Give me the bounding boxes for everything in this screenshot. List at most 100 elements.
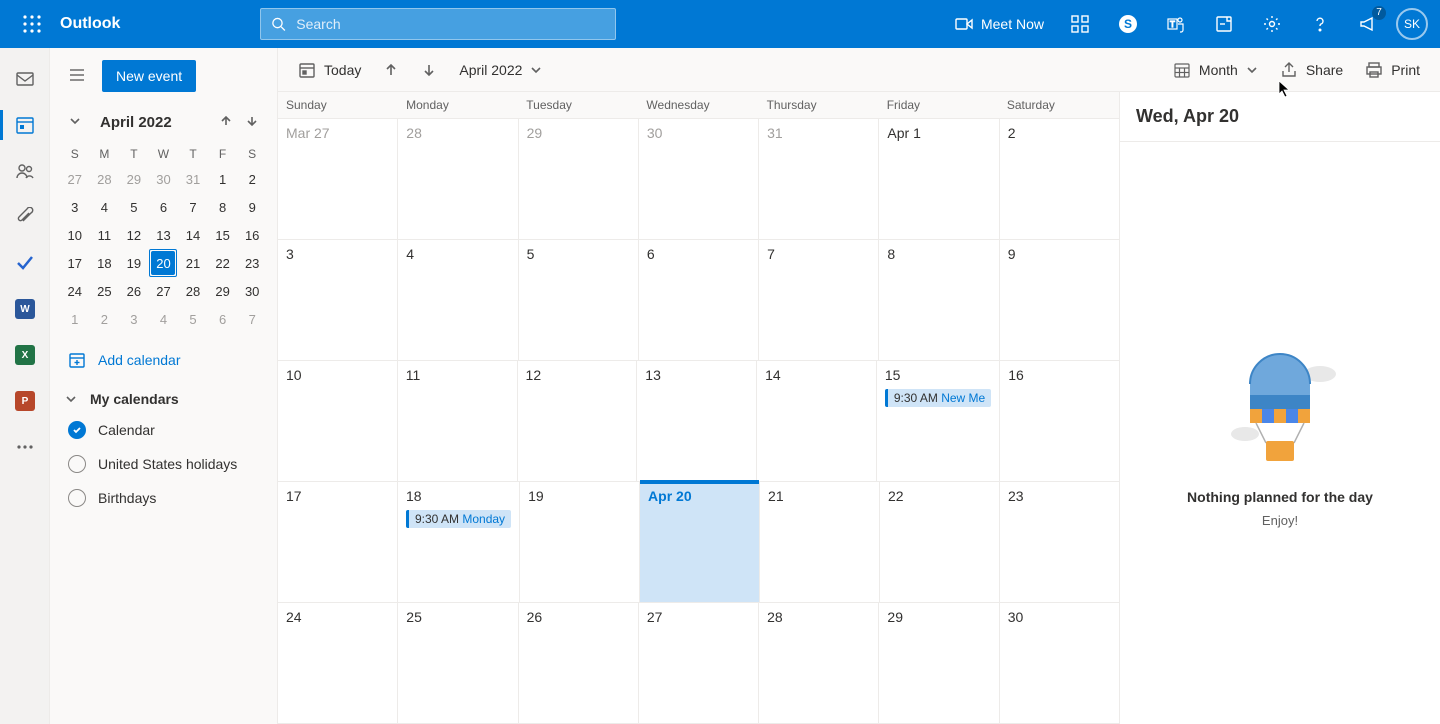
calendar-list-item[interactable]: United States holidays	[50, 447, 277, 481]
teams-button[interactable]: T	[1152, 0, 1200, 48]
rail-word[interactable]: W	[0, 286, 50, 332]
day-cell[interactable]: 30	[1000, 603, 1119, 723]
mini-cal-day[interactable]: 6	[208, 305, 238, 333]
day-cell[interactable]: 6	[639, 240, 759, 360]
mini-cal-day[interactable]: 2	[237, 165, 267, 193]
rail-people[interactable]	[0, 148, 50, 194]
day-cell[interactable]: 26	[519, 603, 639, 723]
mini-cal-day[interactable]: 26	[119, 277, 149, 305]
mini-cal-day[interactable]: 28	[90, 165, 120, 193]
mini-cal-day[interactable]: 1	[208, 165, 238, 193]
day-cell[interactable]: Apr 1	[879, 119, 999, 239]
next-period-button[interactable]	[413, 56, 445, 84]
calendar-list-item[interactable]: Birthdays	[50, 481, 277, 515]
mini-cal-day[interactable]: 13	[149, 221, 179, 249]
day-cell[interactable]: 13	[637, 361, 757, 481]
day-cell[interactable]: 11	[398, 361, 518, 481]
mini-cal-day[interactable]: 5	[119, 193, 149, 221]
day-cell[interactable]: 189:30 AM Monday	[398, 482, 520, 602]
mini-cal-day[interactable]: 20	[149, 249, 179, 277]
mini-cal-day[interactable]: 1	[60, 305, 90, 333]
rail-excel[interactable]: X	[0, 332, 50, 378]
day-cell[interactable]: Mar 27	[278, 119, 398, 239]
event-chip[interactable]: 9:30 AM New Me	[885, 389, 991, 407]
mini-cal-day[interactable]: 11	[90, 221, 120, 249]
today-button[interactable]: Today	[290, 55, 369, 85]
app-launcher-button[interactable]	[8, 0, 56, 48]
prev-period-button[interactable]	[375, 56, 407, 84]
calendar-checkbox[interactable]	[68, 489, 86, 507]
day-cell[interactable]: 23	[1000, 482, 1119, 602]
search-input[interactable]	[296, 16, 605, 32]
day-cell[interactable]: 8	[879, 240, 999, 360]
event-chip[interactable]: 9:30 AM Monday	[406, 510, 511, 528]
rail-files[interactable]	[0, 194, 50, 240]
print-button[interactable]: Print	[1357, 55, 1428, 85]
mini-cal-day[interactable]: 19	[119, 249, 149, 277]
day-cell[interactable]: 22	[880, 482, 1000, 602]
day-cell[interactable]: 24	[278, 603, 398, 723]
mini-cal-day[interactable]: 22	[208, 249, 238, 277]
day-cell[interactable]: 29	[519, 119, 639, 239]
mini-cal-day[interactable]: 8	[208, 193, 238, 221]
share-button[interactable]: Share	[1272, 55, 1351, 85]
day-cell[interactable]: 159:30 AM New Me	[877, 361, 1000, 481]
day-cell[interactable]: 16	[1000, 361, 1119, 481]
my-calendars-section[interactable]: My calendars	[50, 379, 277, 413]
day-cell[interactable]: 9	[1000, 240, 1119, 360]
day-cell[interactable]: 19	[520, 482, 640, 602]
rail-calendar[interactable]	[0, 102, 50, 148]
mini-cal-collapse[interactable]	[64, 110, 86, 135]
day-cell[interactable]: Apr 20	[640, 482, 760, 602]
mini-cal-day[interactable]: 5	[178, 305, 208, 333]
mini-cal-day[interactable]: 4	[149, 305, 179, 333]
day-cell[interactable]: 28	[398, 119, 518, 239]
notes-button[interactable]	[1200, 0, 1248, 48]
mini-cal-day[interactable]: 7	[237, 305, 267, 333]
day-cell[interactable]: 3	[278, 240, 398, 360]
mini-cal-day[interactable]: 29	[119, 165, 149, 193]
mini-cal-day[interactable]: 17	[60, 249, 90, 277]
day-cell[interactable]: 7	[759, 240, 879, 360]
mini-cal-prev[interactable]	[215, 110, 237, 135]
day-cell[interactable]: 21	[760, 482, 880, 602]
calendar-list-item[interactable]: Calendar	[50, 413, 277, 447]
view-switcher-button[interactable]: Month	[1165, 55, 1266, 85]
mini-cal-day[interactable]: 6	[149, 193, 179, 221]
day-cell[interactable]: 25	[398, 603, 518, 723]
mini-cal-day[interactable]: 29	[208, 277, 238, 305]
rail-powerpoint[interactable]: P	[0, 378, 50, 424]
mini-cal-day[interactable]: 27	[60, 165, 90, 193]
day-cell[interactable]: 29	[879, 603, 999, 723]
day-cell[interactable]: 17	[278, 482, 398, 602]
mini-cal-day[interactable]: 15	[208, 221, 238, 249]
mini-cal-day[interactable]: 7	[178, 193, 208, 221]
mini-cal-day[interactable]: 21	[178, 249, 208, 277]
account-avatar[interactable]: SK	[1396, 8, 1428, 40]
mini-cal-day[interactable]: 10	[60, 221, 90, 249]
mini-cal-day[interactable]: 23	[237, 249, 267, 277]
calendar-checkbox[interactable]	[68, 421, 86, 439]
day-cell[interactable]: 30	[639, 119, 759, 239]
settings-button[interactable]	[1248, 0, 1296, 48]
search-box[interactable]	[260, 8, 616, 40]
mini-cal-day[interactable]: 18	[90, 249, 120, 277]
skype-button[interactable]: S	[1104, 0, 1152, 48]
day-cell[interactable]: 4	[398, 240, 518, 360]
mini-cal-day[interactable]: 9	[237, 193, 267, 221]
mini-cal-day[interactable]: 31	[178, 165, 208, 193]
rail-mail[interactable]	[0, 56, 50, 102]
day-cell[interactable]: 5	[519, 240, 639, 360]
day-cell[interactable]: 2	[1000, 119, 1119, 239]
day-cell[interactable]: 12	[518, 361, 638, 481]
add-calendar-button[interactable]: Add calendar	[50, 333, 277, 379]
day-cell[interactable]: 10	[278, 361, 398, 481]
mini-cal-day[interactable]: 12	[119, 221, 149, 249]
mini-cal-day[interactable]: 24	[60, 277, 90, 305]
my-day-button[interactable]	[1056, 0, 1104, 48]
day-cell[interactable]: 28	[759, 603, 879, 723]
day-cell[interactable]: 14	[757, 361, 877, 481]
day-cell[interactable]: 27	[639, 603, 759, 723]
mini-cal-day[interactable]: 3	[119, 305, 149, 333]
hamburger-button[interactable]	[64, 62, 90, 91]
